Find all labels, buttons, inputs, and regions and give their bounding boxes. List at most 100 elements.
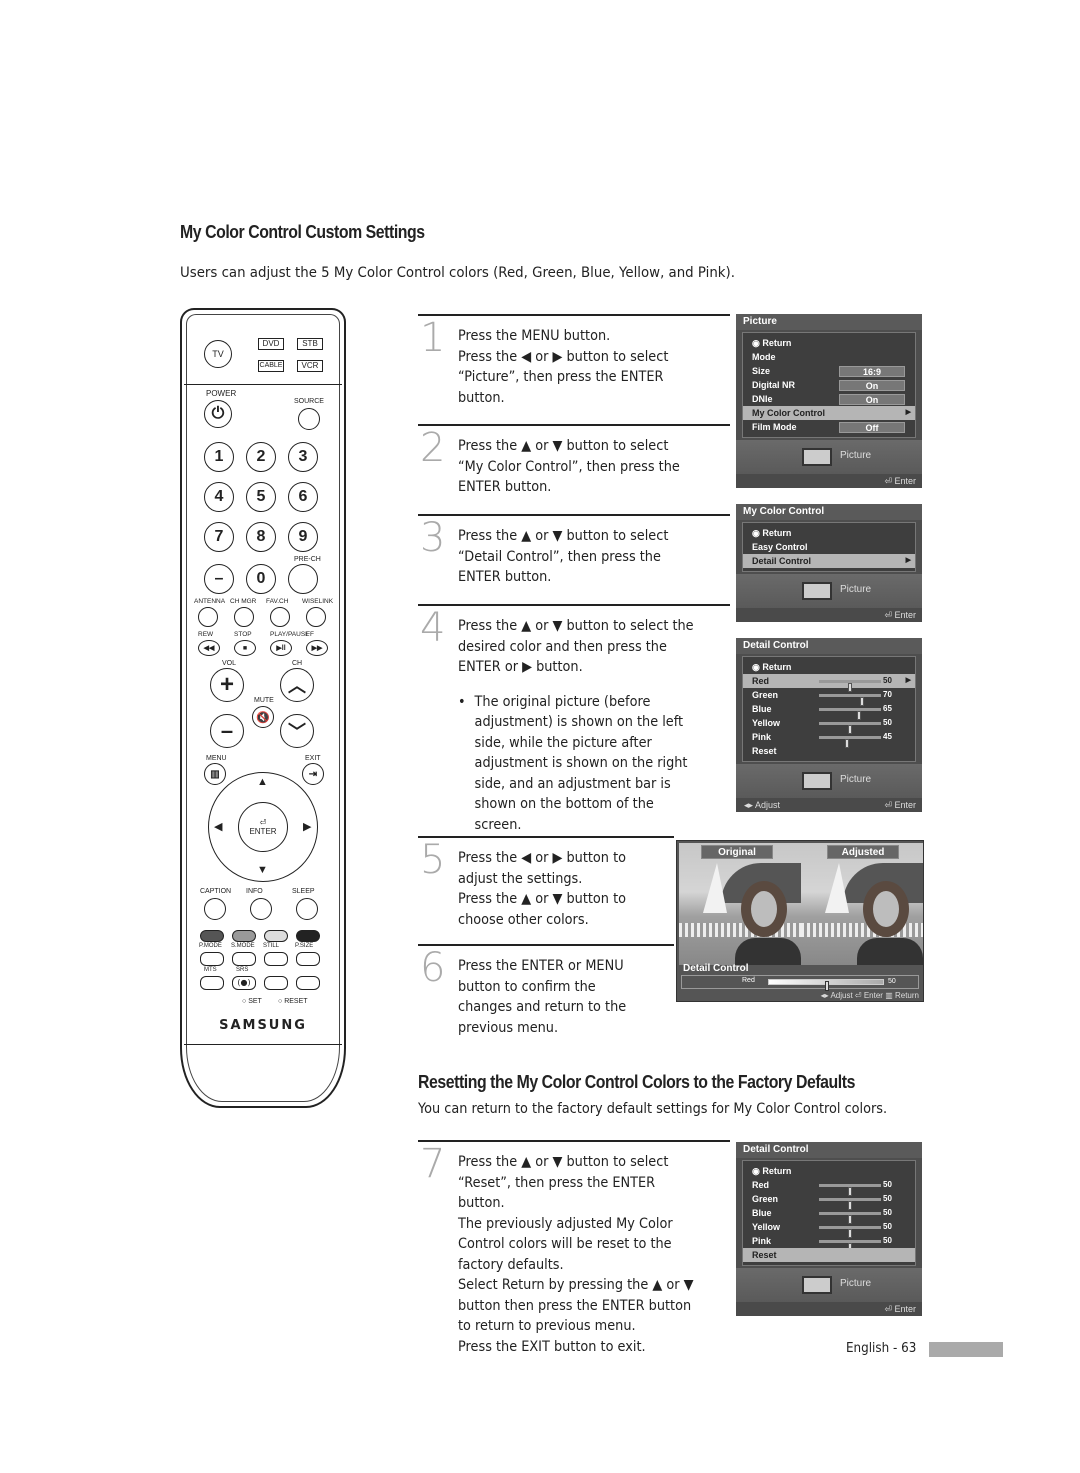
- play-pause-button[interactable]: ▶ll: [270, 640, 292, 656]
- color-value: 50: [883, 1180, 892, 1189]
- digit-button-1[interactable]: 1: [204, 442, 234, 472]
- color-slider[interactable]: [819, 1240, 881, 1252]
- color-slider-row[interactable]: Green 50: [743, 1192, 915, 1210]
- srs-button[interactable]: (●): [232, 976, 256, 990]
- osd-item-reset[interactable]: Reset: [743, 744, 915, 758]
- item-label: Mode: [752, 352, 776, 362]
- still-button[interactable]: [264, 952, 288, 966]
- dash-button[interactable]: –: [204, 564, 234, 594]
- stb-button[interactable]: STB: [297, 338, 323, 350]
- menu-button[interactable]: ▥: [204, 763, 226, 785]
- color-slider[interactable]: [819, 1184, 881, 1196]
- osd-item[interactable]: Film Mode Off: [743, 420, 915, 434]
- dpad-left-button[interactable]: ◀: [214, 820, 222, 833]
- digit-button-7[interactable]: 7: [204, 522, 234, 552]
- digit-button-8[interactable]: 8: [246, 522, 276, 552]
- power-button[interactable]: ⏻: [204, 400, 232, 428]
- digit-button-2[interactable]: 2: [246, 442, 276, 472]
- blank-button[interactable]: [264, 976, 288, 990]
- favch-button[interactable]: [270, 607, 290, 627]
- step-line: button.: [458, 1195, 505, 1211]
- wiselink-button[interactable]: [306, 607, 326, 627]
- section-intro-reset: You can return to the factory default se…: [418, 1101, 888, 1117]
- slider-knob[interactable]: [825, 981, 829, 991]
- color-key-button[interactable]: [296, 930, 320, 942]
- step-line: button then press the ENTER button: [458, 1297, 692, 1314]
- dpad-right-button[interactable]: ▶: [303, 820, 311, 833]
- volume-up-button[interactable]: +: [210, 668, 244, 702]
- chmgr-button[interactable]: [234, 607, 254, 627]
- digit-button-4[interactable]: 4: [204, 482, 234, 512]
- info-button[interactable]: [250, 898, 272, 920]
- color-slider-row[interactable]: Blue 50: [743, 1206, 915, 1224]
- vcr-button[interactable]: VCR: [297, 360, 323, 372]
- step-2: 2 Press the ▲ or ▼ button to select “My Co…: [418, 424, 730, 495]
- antenna-button[interactable]: [198, 607, 218, 627]
- dpad-down-button[interactable]: ▼: [257, 864, 268, 876]
- pmode-button[interactable]: [200, 952, 224, 966]
- psize-button[interactable]: [296, 952, 320, 966]
- smode-button[interactable]: [232, 952, 256, 966]
- color-slider[interactable]: [819, 680, 881, 692]
- mts-button[interactable]: [200, 976, 224, 990]
- color-slider[interactable]: [819, 694, 881, 706]
- return-icon: ◉: [752, 338, 763, 348]
- color-slider-row[interactable]: Red 50 ▶: [743, 674, 915, 692]
- color-slider-row[interactable]: Blue 65: [743, 702, 915, 720]
- dvd-button[interactable]: DVD: [258, 338, 284, 350]
- color-slider[interactable]: [819, 736, 881, 748]
- digit-button-5[interactable]: 5: [246, 482, 276, 512]
- source-button[interactable]: [298, 408, 320, 430]
- color-slider-row[interactable]: Yellow 50: [743, 1220, 915, 1238]
- osd-item[interactable]: Easy Control: [743, 540, 915, 554]
- color-slider[interactable]: [819, 1226, 881, 1238]
- color-slider-row[interactable]: Pink 50: [743, 1234, 915, 1252]
- mute-button[interactable]: 🔇: [252, 706, 274, 728]
- digit-button-3[interactable]: 3: [288, 442, 318, 472]
- color-slider-row[interactable]: Yellow 50: [743, 716, 915, 734]
- sleep-button[interactable]: [296, 898, 318, 920]
- blank-button[interactable]: [296, 976, 320, 990]
- rewind-button[interactable]: ◀◀: [198, 640, 220, 656]
- osd-item-reset[interactable]: Reset: [743, 1248, 915, 1262]
- color-slider-row[interactable]: Red 50: [743, 1178, 915, 1196]
- color-slider[interactable]: [819, 708, 881, 720]
- mute-icon: 🔇: [256, 711, 270, 724]
- color-slider[interactable]: [819, 1212, 881, 1224]
- digit-button-9[interactable]: 9: [288, 522, 318, 552]
- osd-item[interactable]: DNIe On: [743, 392, 915, 406]
- caption-button[interactable]: [204, 898, 226, 920]
- color-key-button[interactable]: [200, 930, 224, 942]
- channel-up-button[interactable]: ︿: [280, 668, 314, 702]
- stop-button[interactable]: ■: [234, 640, 256, 656]
- osd-item-return[interactable]: ◉ Return: [743, 660, 915, 674]
- osd-item-return[interactable]: ◉ Return: [743, 1164, 915, 1178]
- osd-item-return[interactable]: ◉ Return: [743, 526, 915, 540]
- osd-item[interactable]: Digital NR On: [743, 378, 915, 392]
- cable-button[interactable]: CABLE: [258, 360, 284, 372]
- tv-button[interactable]: TV: [204, 340, 232, 368]
- exit-button[interactable]: ⇥: [302, 763, 324, 785]
- color-value: 50: [883, 718, 892, 727]
- adjust-slider[interactable]: [768, 979, 884, 991]
- dpad-up-button[interactable]: ▲: [257, 776, 268, 788]
- adjusted-picture: [801, 843, 923, 965]
- digit-button-6[interactable]: 6: [288, 482, 318, 512]
- enter-button[interactable]: ⏎ ENTER: [238, 802, 288, 852]
- digit-button-0[interactable]: 0: [246, 564, 276, 594]
- color-slider[interactable]: [819, 722, 881, 734]
- color-slider-row[interactable]: Pink 45: [743, 730, 915, 748]
- channel-down-button[interactable]: ﹀: [280, 714, 314, 748]
- osd-item[interactable]: Size 16:9: [743, 364, 915, 378]
- color-key-button[interactable]: [264, 930, 288, 942]
- prech-button[interactable]: [288, 564, 318, 594]
- volume-down-button[interactable]: –: [210, 714, 244, 748]
- osd-item[interactable]: Detail Control ▶: [743, 554, 915, 568]
- osd-item[interactable]: My Color Control ▶: [743, 406, 915, 420]
- fast-forward-button[interactable]: ▶▶: [306, 640, 328, 656]
- color-key-button[interactable]: [232, 930, 256, 942]
- osd-item-return[interactable]: ◉ Return: [743, 336, 915, 350]
- color-slider-row[interactable]: Green 70: [743, 688, 915, 706]
- color-slider[interactable]: [819, 1198, 881, 1210]
- osd-item[interactable]: Mode: [743, 350, 915, 364]
